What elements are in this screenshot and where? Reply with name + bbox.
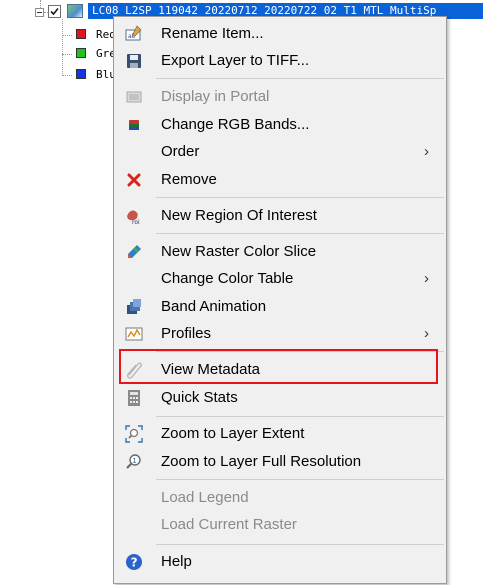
band-animation-icon <box>125 298 143 316</box>
submenu-arrow-icon: › <box>424 143 429 160</box>
calculator-icon <box>125 389 143 407</box>
portal-icon <box>125 88 143 106</box>
help-icon: ? <box>125 553 143 571</box>
profiles-icon <box>125 325 143 343</box>
menu-item-export-tiff[interactable]: Export Layer to TIFF... <box>117 48 443 74</box>
menu-separator <box>156 416 444 417</box>
menu-item-new-raster-color-slice[interactable]: New Raster Color Slice <box>117 239 443 265</box>
menu-item-change-rgb-bands[interactable]: Change RGB Bands... <box>117 112 443 138</box>
layer-visibility-checkbox[interactable] <box>48 5 61 18</box>
tree-connector <box>62 75 72 76</box>
menu-item-zoom-to-layer-extent[interactable]: Zoom to Layer Extent <box>117 421 443 447</box>
blue-swatch-icon <box>76 69 86 79</box>
menu-item-load-current-raster[interactable]: Load Current Raster <box>117 512 443 538</box>
zoom-extent-icon <box>125 425 143 443</box>
svg-text:roi: roi <box>132 219 140 225</box>
submenu-arrow-icon: › <box>424 270 429 287</box>
tree-connector <box>40 0 41 8</box>
collapse-toggle[interactable] <box>35 8 44 17</box>
tree-connector <box>62 35 72 36</box>
svg-text:1: 1 <box>132 457 136 465</box>
menu-item-load-legend[interactable]: Load Legend <box>117 485 443 511</box>
menu-separator <box>156 197 444 198</box>
menu-item-order[interactable]: Order › <box>117 139 443 165</box>
roi-icon: roi <box>125 207 143 226</box>
tree-connector <box>62 19 63 76</box>
menu-item-help[interactable]: ? Help <box>117 549 443 575</box>
save-icon <box>125 52 143 70</box>
menu-item-new-roi[interactable]: roi New Region Of Interest <box>117 203 443 229</box>
rgb-bands-icon <box>125 116 143 134</box>
zoom-full-res-icon: 1 <box>125 453 143 471</box>
menu-separator <box>156 544 444 545</box>
menu-item-rename[interactable]: ab Rename Item... <box>117 21 443 47</box>
green-swatch-icon <box>76 48 86 58</box>
menu-separator <box>156 233 444 234</box>
menu-item-profiles[interactable]: Profiles › <box>117 321 443 347</box>
menu-item-zoom-full-resolution[interactable]: 1 Zoom to Layer Full Resolution <box>117 449 443 475</box>
context-menu: ab Rename Item... Export Layer to TIFF..… <box>113 16 447 584</box>
menu-item-band-animation[interactable]: Band Animation <box>117 294 443 320</box>
menu-item-change-color-table[interactable]: Change Color Table › <box>117 266 443 292</box>
color-slice-icon <box>125 243 143 261</box>
menu-separator <box>156 78 444 79</box>
menu-item-quick-stats[interactable]: Quick Stats <box>117 385 443 411</box>
menu-item-remove[interactable]: Remove <box>117 167 443 193</box>
submenu-arrow-icon: › <box>424 325 429 342</box>
menu-separator <box>156 479 444 480</box>
raster-layer-icon <box>67 4 83 18</box>
highlight-box <box>119 349 438 384</box>
remove-icon <box>125 171 143 189</box>
tree-connector <box>62 54 72 55</box>
rename-icon: ab <box>125 25 143 43</box>
red-swatch-icon <box>76 29 86 39</box>
menu-item-display-in-portal[interactable]: Display in Portal <box>117 84 443 110</box>
svg-text:?: ? <box>131 556 138 570</box>
